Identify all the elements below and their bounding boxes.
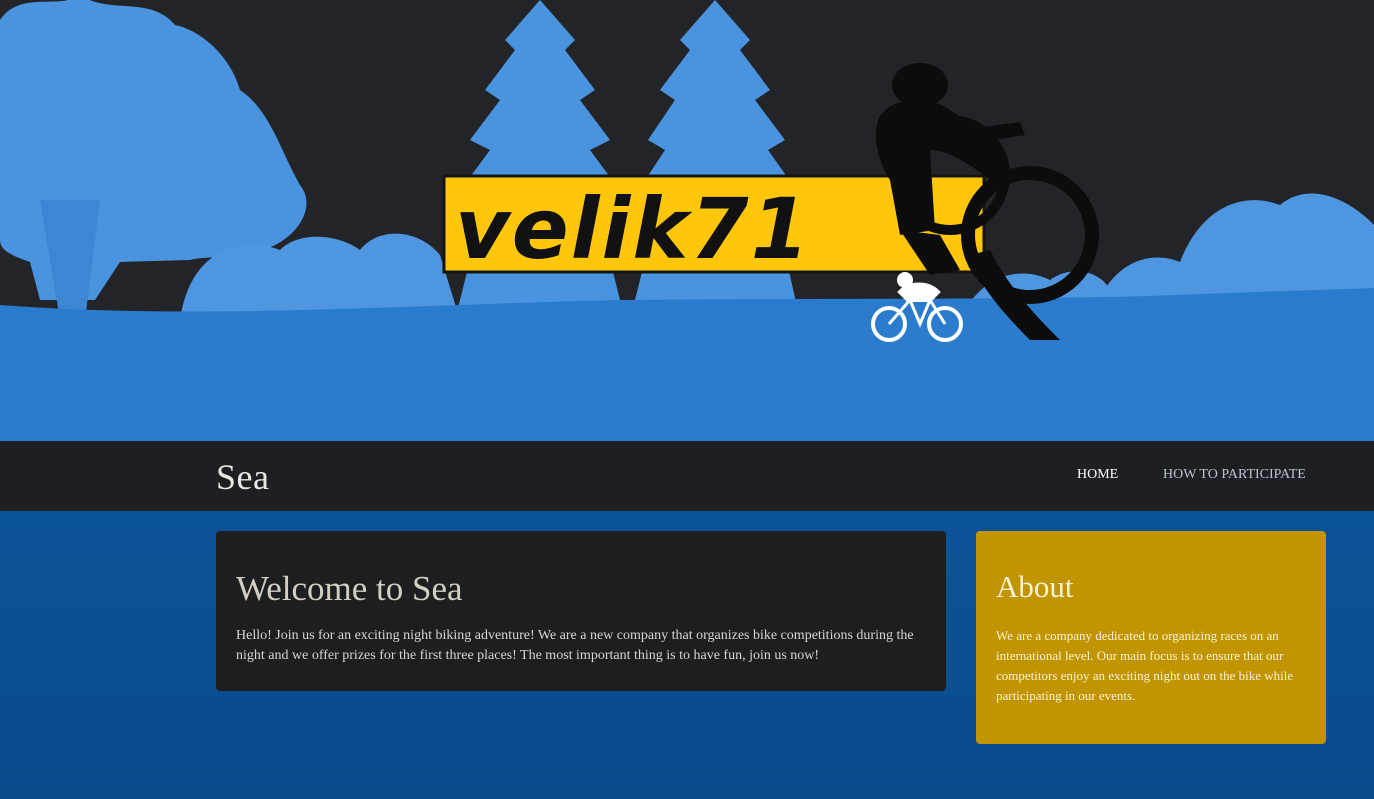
brand-title[interactable]: Sea bbox=[216, 459, 269, 495]
hero-banner: velik71 bbox=[0, 0, 1374, 441]
about-title: About bbox=[996, 569, 1074, 604]
logo-text: velik71 bbox=[455, 180, 811, 278]
hero-illustration: velik71 bbox=[0, 0, 1374, 441]
nav-how-to-participate-link[interactable]: HOW TO PARTICIPATE bbox=[1163, 468, 1306, 482]
about-card: About We are a company dedicated to orga… bbox=[976, 531, 1326, 744]
welcome-card: Welcome to Sea Hello! Join us for an exc… bbox=[216, 531, 946, 691]
welcome-text: Hello! Join us for an exciting night bik… bbox=[236, 628, 914, 663]
welcome-title: Welcome to Sea bbox=[236, 569, 463, 608]
nav-home-link[interactable]: HOME bbox=[1077, 468, 1118, 482]
main-content: Welcome to Sea Hello! Join us for an exc… bbox=[0, 511, 1374, 799]
about-text: We are a company dedicated to organizing… bbox=[996, 628, 1294, 703]
top-navbar: Sea HOME HOW TO PARTICIPATE bbox=[0, 441, 1374, 511]
